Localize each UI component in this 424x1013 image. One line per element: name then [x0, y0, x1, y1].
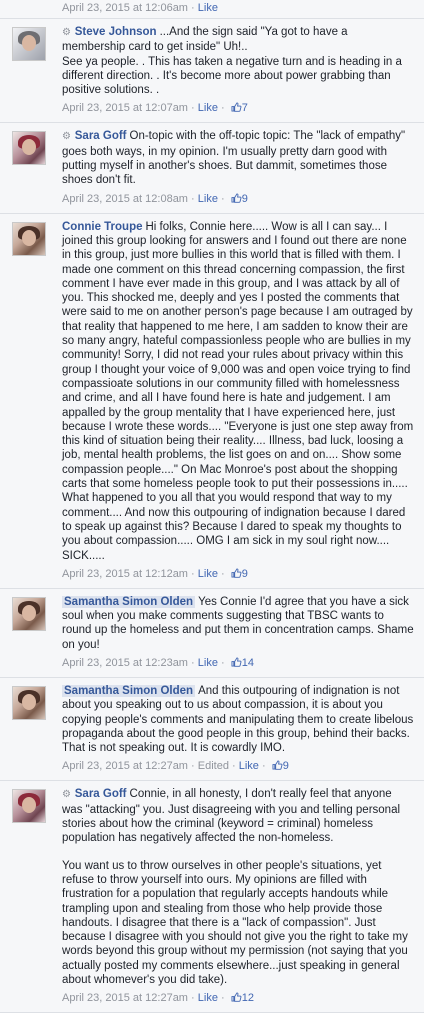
comment-body: ⚙ Steve Johnson ...And the sign said "Ya …	[62, 25, 414, 97]
comment-text: Hi folks, Connie here..... Wow is all I …	[62, 220, 414, 562]
author-name-link[interactable]: Steve Johnson	[75, 26, 157, 38]
timestamp-link[interactable]: April 23, 2015 at 12:12am	[62, 568, 188, 580]
comment: ⚙ Steve Johnson ...And the sign said "Ya …	[0, 19, 424, 124]
previous-comment-meta: April 23, 2015 at 12:06am · Like	[0, 0, 424, 19]
thumbs-up-icon[interactable]	[231, 657, 242, 667]
like-count[interactable]: 12	[242, 992, 254, 1004]
like-link[interactable]: Like	[198, 102, 218, 114]
comment-meta: April 23, 2015 at 12:27am · Like · 12	[62, 992, 254, 1005]
like-link[interactable]: Like	[198, 657, 218, 669]
comment-paragraph: You want us to throw ourselves in other …	[62, 859, 414, 988]
comment-paragraph: Samantha Simon Olden Yes Connie I'd agree…	[62, 595, 414, 652]
comment-body: ⚙ Sara Goff On-topic with the off-topic t…	[62, 129, 414, 187]
thumbs-up-icon[interactable]	[231, 568, 242, 578]
moderator-gear-icon: ⚙	[62, 27, 74, 38]
thumbs-up-icon[interactable]	[231, 193, 242, 203]
like-link[interactable]: Like	[198, 2, 218, 14]
comment-paragraph: Connie Troupe Hi folks, Connie here..... …	[62, 220, 414, 563]
comment-meta: April 23, 2015 at 12:12am · Like · 9	[62, 567, 248, 580]
comment-meta: April 23, 2015 at 12:08am · Like · 9	[62, 192, 248, 205]
thumbs-up-icon[interactable]	[231, 992, 242, 1003]
timestamp-link[interactable]: April 23, 2015 at 12:23am	[62, 657, 188, 669]
comment-body: ⚙ Sara Goff Connie, in all honesty, I don…	[62, 787, 414, 987]
like-count[interactable]: 14	[242, 657, 254, 669]
author-name-link[interactable]: Connie Troupe	[62, 221, 143, 233]
like-link[interactable]: Like	[198, 568, 218, 580]
comment-meta: April 23, 2015 at 12:07am · Like · 7	[62, 102, 248, 115]
author-name-link[interactable]: Sara Goff	[75, 788, 127, 800]
timestamp-link[interactable]: April 23, 2015 at 12:08am	[62, 193, 188, 205]
comment-list: ⚙ Steve Johnson ...And the sign said "Ya …	[0, 19, 424, 1013]
like-link[interactable]: Like	[239, 760, 259, 772]
comment: Connie Troupe Hi folks, Connie here..... …	[0, 213, 424, 589]
comment-body: Connie Troupe Hi folks, Connie here..... …	[62, 220, 414, 563]
comment-meta: April 23, 2015 at 12:23am · Like · 14	[62, 656, 254, 669]
moderator-gear-icon: ⚙	[62, 131, 74, 143]
author-name-link[interactable]: Samantha Simon Olden	[62, 595, 196, 608]
author-name-link[interactable]: Sara Goff	[75, 130, 127, 142]
timestamp-link[interactable]: April 23, 2015 at 12:07am	[62, 102, 188, 114]
comment-text: You want us to throw ourselves in other …	[62, 859, 408, 987]
avatar[interactable]	[12, 131, 46, 166]
comment-paragraph: Samantha Simon Olden And this outpouring …	[62, 684, 414, 755]
comment-paragraph: ⚙ Sara Goff Connie, in all honesty, I don…	[62, 787, 414, 845]
comment-meta: April 23, 2015 at 12:27am · Edited · Lik…	[62, 760, 289, 773]
comment-feed: April 23, 2015 at 12:06am · Like ⚙ Steve…	[0, 0, 424, 1013]
avatar[interactable]	[12, 596, 46, 631]
thumbs-up-icon[interactable]	[272, 760, 283, 771]
like-count[interactable]: 7	[242, 102, 248, 114]
author-name-link[interactable]: Samantha Simon Olden	[62, 684, 196, 697]
comment-paragraph: ⚙ Sara Goff On-topic with the off-topic t…	[62, 129, 414, 187]
comment-body: Samantha Simon Olden Yes Connie I'd agree…	[62, 595, 414, 652]
moderator-gear-icon: ⚙	[62, 789, 74, 801]
edited-label[interactable]: Edited	[198, 760, 229, 772]
like-link[interactable]: Like	[198, 193, 218, 205]
comment: ⚙ Sara Goff Connie, in all honesty, I don…	[0, 781, 424, 1013]
like-count[interactable]: 9	[242, 568, 248, 580]
like-link[interactable]: Like	[198, 992, 218, 1004]
comment-body: Samantha Simon Olden And this outpouring …	[62, 684, 414, 755]
comment: ⚙ Sara Goff On-topic with the off-topic t…	[0, 123, 424, 214]
like-count[interactable]: 9	[283, 760, 289, 772]
comment-paragraph: ⚙ Steve Johnson ...And the sign said "Ya …	[62, 25, 414, 97]
avatar[interactable]	[12, 221, 46, 256]
timestamp-link[interactable]: April 23, 2015 at 12:27am	[62, 760, 188, 772]
comment: Samantha Simon Olden And this outpouring …	[0, 677, 424, 782]
like-count[interactable]: 9	[242, 193, 248, 205]
avatar[interactable]	[12, 685, 46, 720]
timestamp-link[interactable]: April 23, 2015 at 12:27am	[62, 992, 188, 1004]
avatar[interactable]	[12, 27, 46, 61]
comment: Samantha Simon Olden Yes Connie I'd agree…	[0, 588, 424, 678]
avatar[interactable]	[12, 789, 46, 824]
thumbs-up-icon[interactable]	[231, 102, 242, 113]
timestamp[interactable]: April 23, 2015 at 12:06am	[62, 2, 188, 14]
